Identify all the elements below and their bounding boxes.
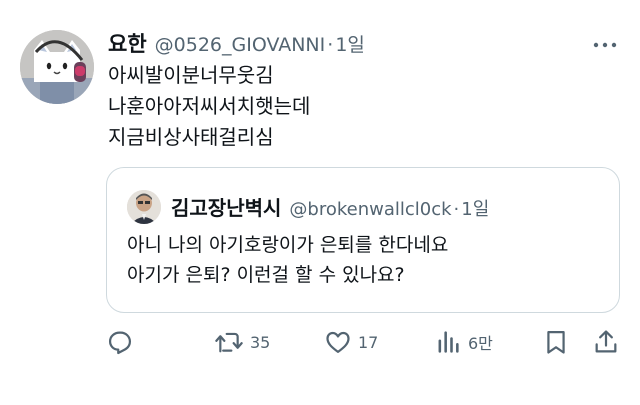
tweet: 요한 @0526_GIOVANNI · 1일 아씨발이분너무웃김 나훈아아저씨서… [0, 0, 640, 405]
retweet-count: 35 [250, 332, 271, 352]
avatar[interactable] [20, 30, 94, 104]
author-name[interactable]: 요한 [108, 28, 147, 58]
tweet-text-line: 지금비상사태걸리심 [108, 125, 274, 149]
action-bar: 35 17 6만 [0, 326, 640, 358]
reply-icon [108, 331, 132, 355]
reply-button[interactable] [106, 326, 140, 358]
timestamp[interactable]: 1일 [335, 30, 365, 57]
quoted-author-handle: @brokenwallcl0ck [289, 199, 452, 220]
separator-dot: · [327, 34, 334, 56]
separator-dot: · [453, 199, 460, 220]
tweet-text-line: 나훈아아저씨서치햇는데 [108, 94, 311, 118]
bookmark-button[interactable] [542, 326, 570, 358]
views-icon [438, 331, 459, 353]
heart-icon [326, 331, 350, 354]
quoted-timestamp: 1일 [461, 199, 490, 220]
avatar-cat-image [20, 30, 94, 104]
quoted-avatar-image [127, 190, 161, 224]
like-count: 17 [358, 332, 379, 352]
more-options-button[interactable] [592, 36, 620, 48]
quoted-text: 아니 나의 아기호랑이가 은퇴를 한다네요 아기가 은퇴? 이런걸 할 수 있나… [127, 230, 448, 290]
quoted-header: 김고장난벽시 @brokenwallcl0ck · 1일 [171, 192, 489, 221]
views-count: 6만 [468, 334, 493, 353]
more-dots-icon [593, 42, 617, 48]
author-handle[interactable]: @0526_GIOVANNI [155, 34, 326, 56]
quoted-text-line: 아기가 은퇴? 이런걸 할 수 있나요? [127, 264, 405, 286]
share-icon [595, 330, 617, 353]
retweet-button[interactable]: 35 [214, 326, 270, 358]
quoted-text-line: 아니 나의 아기호랑이가 은퇴를 한다네요 [127, 234, 449, 256]
quoted-author-name: 김고장난벽시 [171, 196, 282, 220]
tweet-text-line: 아씨발이분너무웃김 [108, 63, 274, 87]
share-button[interactable] [592, 326, 620, 358]
bookmark-icon [547, 330, 565, 354]
retweet-icon [215, 332, 243, 353]
quoted-avatar[interactable] [127, 190, 161, 224]
quoted-tweet[interactable]: 김고장난벽시 @brokenwallcl0ck · 1일 아니 나의 아기호랑이… [106, 167, 620, 313]
views-button[interactable]: 6만 [434, 326, 493, 358]
tweet-header: 요한 @0526_GIOVANNI · 1일 [108, 28, 365, 58]
tweet-text: 아씨발이분너무웃김 나훈아아저씨서치햇는데 지금비상사태걸리심 [108, 60, 310, 153]
like-button[interactable]: 17 [324, 326, 378, 358]
